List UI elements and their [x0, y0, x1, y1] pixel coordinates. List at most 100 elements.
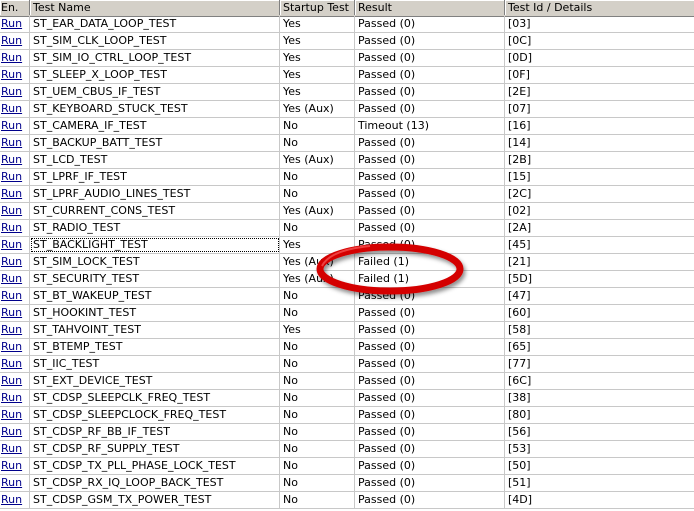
- column-header-enabled[interactable]: En.: [0, 0, 30, 15]
- table-row[interactable]: Run ST_SECURITY_TEST Yes (Aux) Failed (1) [5…: [0, 271, 694, 288]
- table-row[interactable]: Run ST_LPRF_IF_TEST No Passed (0) [15]: [0, 169, 694, 186]
- result-cell[interactable]: Passed (0): [355, 424, 505, 440]
- result-cell[interactable]: Passed (0): [355, 152, 505, 168]
- run-button[interactable]: Run: [1, 459, 22, 472]
- run-button[interactable]: Run: [1, 136, 22, 149]
- run-button[interactable]: Run: [1, 391, 22, 404]
- table-row[interactable]: Run ST_SIM_IO_CTRL_LOOP_TEST Yes Passed (0)…: [0, 50, 694, 67]
- table-row[interactable]: Run ST_SIM_LOCK_TEST Yes (Aux) Failed (1) [2…: [0, 254, 694, 271]
- startup-test-cell[interactable]: Yes: [280, 237, 355, 253]
- test-name-cell[interactable]: ST_BT_WAKEUP_TEST: [30, 288, 280, 304]
- table-row[interactable]: Run ST_CDSP_RX_IQ_LOOP_BACK_TEST No Passed …: [0, 475, 694, 492]
- result-cell[interactable]: Passed (0): [355, 203, 505, 219]
- run-button[interactable]: Run: [1, 85, 22, 98]
- column-header-test-id[interactable]: Test Id / Details: [505, 0, 694, 15]
- result-cell[interactable]: Passed (0): [355, 186, 505, 202]
- test-name-cell[interactable]: ST_CAMERA_IF_TEST: [30, 118, 280, 134]
- test-name-cell[interactable]: ST_SECURITY_TEST: [30, 271, 280, 287]
- result-cell[interactable]: Passed (0): [355, 356, 505, 372]
- result-cell[interactable]: Passed (0): [355, 390, 505, 406]
- run-button[interactable]: Run: [1, 68, 22, 81]
- startup-test-cell[interactable]: No: [280, 339, 355, 355]
- table-row[interactable]: Run ST_CDSP_RF_SUPPLY_TEST No Passed (0) [53…: [0, 441, 694, 458]
- run-button[interactable]: Run: [1, 170, 22, 183]
- result-cell[interactable]: Passed (0): [355, 50, 505, 66]
- startup-test-cell[interactable]: No: [280, 186, 355, 202]
- test-name-cell[interactable]: ST_LPRF_AUDIO_LINES_TEST: [30, 186, 280, 202]
- test-id-cell[interactable]: [38]: [505, 390, 694, 406]
- result-cell[interactable]: Passed (0): [355, 441, 505, 457]
- result-cell[interactable]: Passed (0): [355, 169, 505, 185]
- run-button[interactable]: Run: [1, 204, 22, 217]
- test-name-cell[interactable]: ST_SIM_CLK_LOOP_TEST: [30, 33, 280, 49]
- table-row[interactable]: Run ST_EAR_DATA_LOOP_TEST Yes Passed (0) [03…: [0, 16, 694, 33]
- startup-test-cell[interactable]: Yes: [280, 322, 355, 338]
- test-name-cell[interactable]: ST_LPRF_IF_TEST: [30, 169, 280, 185]
- run-button[interactable]: Run: [1, 289, 22, 302]
- test-id-cell[interactable]: [60]: [505, 305, 694, 321]
- run-button[interactable]: Run: [1, 102, 22, 115]
- table-row[interactable]: Run ST_SLEEP_X_LOOP_TEST Yes Passed (0) [0F]: [0, 67, 694, 84]
- run-button[interactable]: Run: [1, 493, 22, 506]
- test-id-cell[interactable]: [45]: [505, 237, 694, 253]
- startup-test-cell[interactable]: Yes: [280, 50, 355, 66]
- result-cell[interactable]: Passed (0): [355, 475, 505, 491]
- startup-test-cell[interactable]: No: [280, 441, 355, 457]
- table-row[interactable]: Run ST_CDSP_TX_PLL_PHASE_LOCK_TEST No Passe…: [0, 458, 694, 475]
- test-id-cell[interactable]: [07]: [505, 101, 694, 117]
- table-row[interactable]: Run ST_BTEMP_TEST No Passed (0) [65]: [0, 339, 694, 356]
- test-name-cell[interactable]: ST_CDSP_SLEEPCLOCK_FREQ_TEST: [30, 407, 280, 423]
- startup-test-cell[interactable]: Yes (Aux): [280, 101, 355, 117]
- test-id-cell[interactable]: [58]: [505, 322, 694, 338]
- startup-test-cell[interactable]: No: [280, 220, 355, 236]
- test-name-cell[interactable]: ST_KEYBOARD_STUCK_TEST: [30, 101, 280, 117]
- result-cell[interactable]: Failed (1): [355, 271, 505, 287]
- table-row[interactable]: Run ST_IIC_TEST No Passed (0) [77]: [0, 356, 694, 373]
- run-button[interactable]: Run: [1, 238, 22, 251]
- test-name-cell[interactable]: ST_BACKLIGHT_TEST: [30, 237, 280, 253]
- table-row[interactable]: Run ST_CDSP_GSM_TX_POWER_TEST No Passed (0)…: [0, 492, 694, 509]
- test-id-cell[interactable]: [0D]: [505, 50, 694, 66]
- table-row[interactable]: Run ST_KEYBOARD_STUCK_TEST Yes (Aux) Passed…: [0, 101, 694, 118]
- table-row[interactable]: Run ST_TAHVOINT_TEST Yes Passed (0) [58]: [0, 322, 694, 339]
- test-id-cell[interactable]: [2A]: [505, 220, 694, 236]
- test-name-cell[interactable]: ST_SIM_IO_CTRL_LOOP_TEST: [30, 50, 280, 66]
- column-header-test-name[interactable]: Test Name: [30, 0, 280, 15]
- test-id-cell[interactable]: [02]: [505, 203, 694, 219]
- test-name-cell[interactable]: ST_RADIO_TEST: [30, 220, 280, 236]
- startup-test-cell[interactable]: No: [280, 458, 355, 474]
- startup-test-cell[interactable]: Yes: [280, 16, 355, 32]
- run-button[interactable]: Run: [1, 408, 22, 421]
- startup-test-cell[interactable]: Yes: [280, 33, 355, 49]
- run-button[interactable]: Run: [1, 17, 22, 30]
- run-button[interactable]: Run: [1, 442, 22, 455]
- result-cell[interactable]: Passed (0): [355, 101, 505, 117]
- test-id-cell[interactable]: [56]: [505, 424, 694, 440]
- result-cell[interactable]: Passed (0): [355, 220, 505, 236]
- startup-test-cell[interactable]: No: [280, 305, 355, 321]
- test-id-cell[interactable]: [14]: [505, 135, 694, 151]
- test-name-cell[interactable]: ST_CDSP_RF_BB_IF_TEST: [30, 424, 280, 440]
- run-button[interactable]: Run: [1, 306, 22, 319]
- test-id-cell[interactable]: [51]: [505, 475, 694, 491]
- test-name-cell[interactable]: ST_SIM_LOCK_TEST: [30, 254, 280, 270]
- table-row[interactable]: Run ST_BACKUP_BATT_TEST No Passed (0) [14]: [0, 135, 694, 152]
- result-cell[interactable]: Passed (0): [355, 339, 505, 355]
- startup-test-cell[interactable]: No: [280, 356, 355, 372]
- table-row[interactable]: Run ST_LCD_TEST Yes (Aux) Passed (0) [2B]: [0, 152, 694, 169]
- result-cell[interactable]: Passed (0): [355, 67, 505, 83]
- test-name-cell[interactable]: ST_CDSP_RF_SUPPLY_TEST: [30, 441, 280, 457]
- run-button[interactable]: Run: [1, 340, 22, 353]
- startup-test-cell[interactable]: Yes: [280, 84, 355, 100]
- table-row[interactable]: Run ST_CDSP_RF_BB_IF_TEST No Passed (0) [56]: [0, 424, 694, 441]
- test-id-cell[interactable]: [2C]: [505, 186, 694, 202]
- table-row[interactable]: Run ST_BACKLIGHT_TEST Yes Passed (0) [45]: [0, 237, 694, 254]
- test-name-cell[interactable]: ST_EXT_DEVICE_TEST: [30, 373, 280, 389]
- startup-test-cell[interactable]: Yes: [280, 67, 355, 83]
- run-button[interactable]: Run: [1, 34, 22, 47]
- test-name-cell[interactable]: ST_IIC_TEST: [30, 356, 280, 372]
- table-row[interactable]: Run ST_UEM_CBUS_IF_TEST Yes Passed (0) [2E]: [0, 84, 694, 101]
- table-row[interactable]: Run ST_RADIO_TEST No Passed (0) [2A]: [0, 220, 694, 237]
- test-name-cell[interactable]: ST_CDSP_RX_IQ_LOOP_BACK_TEST: [30, 475, 280, 491]
- startup-test-cell[interactable]: Yes (Aux): [280, 271, 355, 287]
